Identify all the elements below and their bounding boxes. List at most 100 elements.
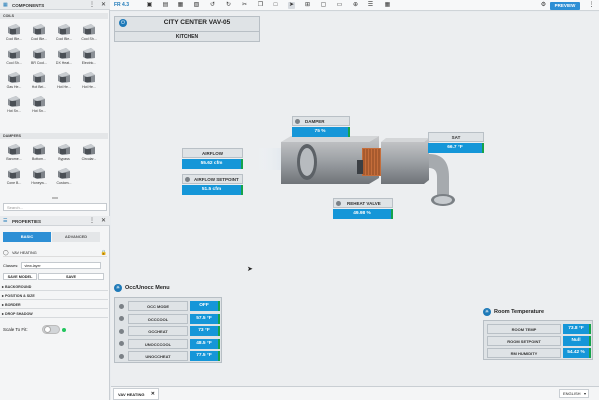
close-components-icon[interactable]: ✕ [101, 1, 106, 8]
coil-component[interactable]: Electric... [79, 47, 99, 69]
coil-label: Electric... [81, 61, 97, 65]
chevron-down-icon: ▾ [583, 391, 586, 396]
coil-component[interactable]: BR Cool... [29, 47, 49, 69]
coil-component[interactable]: Hot Bei... [29, 71, 49, 93]
position-size-section[interactable]: ▸ POSITION & SIZE [0, 292, 108, 300]
coil-thumbnail-icon [7, 47, 21, 60]
components-icon: ▦ [3, 2, 8, 8]
object-name-field[interactable]: VAV HEATING [12, 251, 37, 255]
occ-row-label: OCCCOOL [128, 313, 188, 324]
damper-component[interactable]: Barome... [4, 143, 24, 165]
coil-component[interactable]: Gas He... [4, 71, 24, 93]
grid-icon[interactable]: ▦ [384, 2, 391, 9]
classes-input[interactable]: view-layer [21, 262, 102, 269]
coil-component[interactable]: Cool Ble... [29, 23, 49, 45]
close-properties-icon[interactable]: ✕ [101, 217, 106, 224]
sat-value[interactable]: 66.7 °F [428, 143, 484, 153]
damper-component[interactable]: Custom... [54, 167, 74, 189]
damper-value[interactable]: 75 % [292, 127, 350, 137]
object-type-icon: ◯ [3, 250, 9, 256]
dampers-section-header[interactable]: DAMPERS [0, 133, 108, 139]
paste-icon[interactable]: □ [272, 2, 279, 9]
coil-thumbnail-icon [7, 23, 21, 36]
crop-tool-icon[interactable]: ⊞ [304, 2, 311, 9]
design-canvas[interactable]: ⏻ CITY CENTER VAV-05 KITCHEN DAMPER 75 %… [111, 12, 599, 386]
coil-component[interactable]: Cool Sh... [79, 23, 99, 45]
coil-thumbnail-icon [82, 23, 96, 36]
coil-component[interactable]: Cool Sh... [4, 47, 24, 69]
coil-component[interactable]: Hot He... [79, 71, 99, 93]
lock-icon[interactable]: 🔒 [101, 250, 107, 256]
occ-row-value[interactable]: OFF [190, 301, 220, 311]
caret-right-icon: ▸ [2, 302, 5, 307]
room-row-value[interactable]: Null [563, 336, 591, 346]
room-row-value[interactable]: 54.42 % [563, 348, 591, 358]
copy-icon[interactable]: ❐ [257, 2, 264, 9]
occ-row-value[interactable]: 57.5 °F [190, 313, 220, 324]
damper-component[interactable]: Cone B... [4, 167, 24, 189]
close-tab-icon[interactable]: ✕ [151, 389, 155, 400]
power-icon[interactable]: ⏻ [119, 19, 127, 27]
redo-icon[interactable]: ↻ [225, 2, 232, 9]
properties-menu-icon[interactable]: ⋮ [89, 217, 95, 224]
undo-icon[interactable]: ↺ [209, 2, 216, 9]
airflow-value[interactable]: 55.62 cfm [182, 159, 243, 169]
components-menu-icon[interactable]: ⋮ [89, 1, 95, 8]
settings-icon[interactable]: ⚙ [540, 2, 547, 9]
occ-row-value[interactable]: 48.5 °F [190, 338, 220, 349]
cut-icon[interactable]: ✂ [241, 2, 248, 9]
tab-vav-heating[interactable]: VAV HEATING ✕ [113, 388, 159, 400]
save-icon[interactable]: ▦ [177, 2, 184, 9]
airflow-setpoint-value[interactable]: 51.5 cfm [182, 185, 243, 195]
new-file-icon[interactable]: ▣ [146, 2, 153, 9]
more-icon[interactable]: ⋮ [588, 2, 595, 9]
damper-component[interactable]: Bottom... [29, 143, 49, 165]
coil-thumbnail-icon [32, 71, 46, 84]
room-row-value[interactable]: 73.8 °F [563, 324, 591, 334]
coil-thumbnail-icon [57, 47, 71, 60]
airflow-setpoint-label: AIRFLOW SETPOINT [182, 174, 243, 184]
properties-header: ☰ PROPERTIES ⋮ ✕ [0, 216, 110, 226]
occ-row-status-icon [119, 341, 124, 346]
component-search-input[interactable]: Search... [3, 203, 107, 211]
reheat-valve-value[interactable]: 49.98 % [333, 209, 393, 219]
open-file-icon[interactable]: ▤ [162, 2, 169, 9]
drop-shadow-section[interactable]: ▸ DROP SHADOW [0, 310, 108, 318]
tab-advanced[interactable]: ADVANCED [52, 232, 100, 242]
save-button[interactable]: SAVE [38, 273, 104, 280]
panel-resize-handle[interactable] [52, 197, 58, 199]
tab-basic[interactable]: BASIC [3, 232, 51, 242]
rotate-tool-icon[interactable]: ⊕ [352, 2, 359, 9]
layout-icon[interactable]: ☰ [367, 2, 374, 9]
coil-component[interactable]: Hot Sn... [4, 95, 24, 117]
occ-row-value[interactable]: 77.5 °F [190, 351, 220, 361]
frame-tool-icon[interactable]: ▢ [320, 2, 327, 9]
coil-thumbnail-icon [7, 71, 21, 84]
damper-component[interactable]: Honeyw... [29, 167, 49, 189]
coil-component[interactable]: Cool Ble... [4, 23, 24, 45]
coil-component[interactable]: Hot He... [54, 71, 74, 93]
preview-button[interactable]: PREVIEW [550, 2, 580, 10]
coils-section-header[interactable]: COILS [0, 13, 108, 19]
damper-component[interactable]: Circular... [79, 143, 99, 165]
coil-component[interactable]: DX Heat... [54, 47, 74, 69]
occ-row-value[interactable]: 73 °F [190, 326, 220, 336]
export-icon[interactable]: ▧ [193, 2, 200, 9]
damper-thumbnail-icon [32, 143, 46, 156]
classes-row: Classes: view-layer [3, 262, 102, 269]
damper-component[interactable]: Bypass [54, 143, 74, 165]
scale-to-fit-label: Scale To Fit: [3, 327, 28, 332]
occ-row-status-icon [119, 316, 124, 321]
background-section[interactable]: ▸ BACKGROUND [0, 283, 108, 291]
damper-label: Bottom... [31, 157, 46, 161]
coil-component[interactable]: Cool Ble... [54, 23, 74, 45]
status-dot [62, 328, 66, 332]
save-model-button[interactable]: SAVE MODEL [3, 273, 37, 280]
border-section[interactable]: ▸ BORDER [0, 301, 108, 309]
shape-tool-icon[interactable]: ▭ [336, 2, 343, 9]
language-select[interactable]: ENGLISH ▾ [559, 389, 589, 398]
scale-to-fit-toggle[interactable] [42, 325, 60, 334]
room-row-label: ROOM TEMP [487, 324, 561, 334]
select-tool-icon[interactable]: ➤ [288, 2, 295, 9]
coil-component[interactable]: Hot Sn... [29, 95, 49, 117]
